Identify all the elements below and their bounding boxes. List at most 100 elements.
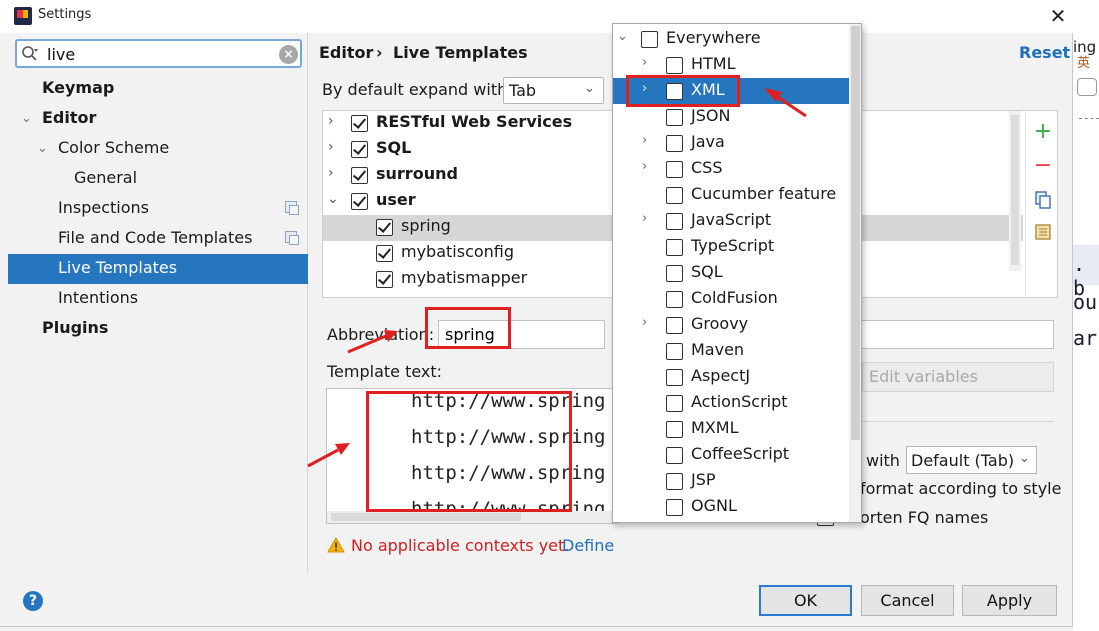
cancel-button[interactable]: Cancel bbox=[861, 585, 954, 616]
context-item-sql[interactable]: SQL bbox=[613, 260, 849, 286]
tree-scrollbar[interactable] bbox=[1009, 111, 1021, 271]
chevron-down-icon[interactable]: ⌄ bbox=[37, 141, 48, 156]
clear-search-icon[interactable]: × bbox=[279, 45, 298, 64]
template-group-checkbox[interactable] bbox=[351, 167, 368, 184]
context-item-java[interactable]: › Java bbox=[613, 130, 849, 156]
context-checkbox[interactable] bbox=[666, 369, 683, 386]
context-checkbox[interactable] bbox=[666, 109, 683, 126]
context-item-coldfusion[interactable]: ColdFusion bbox=[613, 286, 849, 312]
template-text-label: Template text: bbox=[327, 362, 443, 381]
tree-toolbar: + − bbox=[1025, 112, 1057, 296]
settings-search-box[interactable]: × bbox=[15, 39, 302, 68]
template-scrollbar-thumb[interactable] bbox=[331, 513, 521, 521]
context-item-groovy[interactable]: › Groovy bbox=[613, 312, 849, 338]
chevron-right-icon[interactable]: › bbox=[328, 113, 334, 129]
template-horizontal-scrollbar[interactable] bbox=[327, 511, 617, 523]
expand-key-select[interactable]: Tab ⌄ bbox=[503, 77, 604, 104]
settings-search-input[interactable] bbox=[47, 42, 267, 66]
chevron-right-icon[interactable]: › bbox=[642, 211, 647, 226]
context-checkbox[interactable] bbox=[666, 473, 683, 490]
context-item-cucumber[interactable]: Cucumber feature bbox=[613, 182, 849, 208]
context-checkbox[interactable] bbox=[666, 291, 683, 308]
chevron-right-icon[interactable]: › bbox=[642, 315, 647, 330]
context-label: SQL bbox=[691, 262, 723, 281]
context-item-coffeescript[interactable]: CoffeeScript bbox=[613, 442, 849, 468]
context-checkbox[interactable] bbox=[666, 239, 683, 256]
context-label: CoffeeScript bbox=[691, 444, 790, 463]
apply-button[interactable]: Apply bbox=[962, 585, 1057, 616]
sidebar-item-editor[interactable]: Editor bbox=[42, 103, 96, 133]
template-expand-with-select[interactable]: Default (Tab) ⌄ bbox=[906, 446, 1037, 474]
sidebar-item-color-scheme[interactable]: Color Scheme bbox=[58, 133, 169, 163]
sidebar-item-inspections[interactable]: Inspections bbox=[58, 193, 149, 223]
context-checkbox[interactable] bbox=[666, 343, 683, 360]
chevron-right-icon[interactable]: › bbox=[642, 55, 647, 70]
chevron-right-icon[interactable]: › bbox=[328, 139, 334, 155]
close-window-button[interactable]: ✕ bbox=[1046, 3, 1070, 29]
context-item-mxml[interactable]: MXML bbox=[613, 416, 849, 442]
template-checkbox[interactable] bbox=[376, 245, 393, 262]
context-item-json[interactable]: JSON bbox=[613, 104, 849, 130]
no-contexts-warning: No applicable contexts yet. bbox=[351, 536, 570, 555]
template-group-icon[interactable] bbox=[1033, 222, 1053, 242]
reset-link[interactable]: Reset bbox=[1019, 43, 1070, 62]
context-checkbox[interactable] bbox=[666, 317, 683, 334]
context-checkbox[interactable] bbox=[666, 499, 683, 516]
template-checkbox[interactable] bbox=[376, 219, 393, 236]
background-code-text: ou bbox=[1073, 290, 1098, 314]
sidebar-item-plugins[interactable]: Plugins bbox=[42, 313, 108, 343]
edit-variables-button[interactable]: Edit variables bbox=[862, 362, 1054, 392]
context-item-css[interactable]: › CSS bbox=[613, 156, 849, 182]
ok-button[interactable]: OK bbox=[759, 585, 852, 616]
abbreviation-label: Abbreviation: bbox=[327, 325, 435, 344]
popup-scrollbar-thumb[interactable] bbox=[851, 26, 860, 440]
sidebar-item-file-and-code-templates[interactable]: File and Code Templates bbox=[58, 223, 252, 253]
context-checkbox[interactable] bbox=[666, 213, 683, 230]
context-checkbox[interactable] bbox=[666, 265, 683, 282]
reformat-option-label: format according to style bbox=[860, 479, 1062, 498]
context-item-everywhere[interactable]: ⌄ Everywhere bbox=[613, 26, 849, 52]
context-checkbox[interactable] bbox=[641, 31, 658, 48]
add-icon[interactable]: + bbox=[1033, 121, 1053, 143]
chevron-right-icon[interactable]: › bbox=[642, 133, 647, 148]
remove-icon[interactable]: − bbox=[1033, 155, 1053, 177]
copy-icon[interactable] bbox=[1033, 190, 1053, 210]
context-checkbox[interactable] bbox=[666, 57, 683, 74]
context-item-javascript[interactable]: › JavaScript bbox=[613, 208, 849, 234]
sidebar-item-intentions[interactable]: Intentions bbox=[58, 283, 138, 313]
context-item-actionscript[interactable]: ActionScript bbox=[613, 390, 849, 416]
context-label: CSS bbox=[691, 158, 723, 177]
sidebar-item-general[interactable]: General bbox=[74, 163, 137, 193]
context-checkbox[interactable] bbox=[666, 421, 683, 438]
context-checkbox[interactable] bbox=[666, 161, 683, 178]
template-group-checkbox[interactable] bbox=[351, 193, 368, 210]
define-context-link[interactable]: Define bbox=[562, 536, 614, 555]
sidebar-item-live-templates[interactable]: Live Templates bbox=[58, 253, 177, 283]
chevron-down-icon[interactable]: ⌄ bbox=[617, 29, 628, 44]
template-group-checkbox[interactable] bbox=[351, 141, 368, 158]
context-checkbox[interactable] bbox=[666, 135, 683, 152]
context-checkbox[interactable] bbox=[666, 395, 683, 412]
chevron-down-icon[interactable]: ⌄ bbox=[21, 111, 32, 126]
context-checkbox[interactable] bbox=[666, 447, 683, 464]
context-label: TypeScript bbox=[691, 236, 775, 255]
context-checkbox[interactable] bbox=[666, 187, 683, 204]
sidebar-item-keymap[interactable]: Keymap bbox=[42, 73, 114, 103]
context-item-maven[interactable]: Maven bbox=[613, 338, 849, 364]
context-label: Maven bbox=[691, 340, 745, 359]
breadcrumb-editor[interactable]: Editor bbox=[319, 43, 373, 62]
context-label: ColdFusion bbox=[691, 288, 778, 307]
template-checkbox[interactable] bbox=[376, 271, 393, 288]
chevron-down-icon[interactable]: ⌄ bbox=[327, 191, 339, 207]
template-expand-with-label: with bbox=[866, 451, 900, 470]
context-item-ognl[interactable]: OGNL bbox=[613, 494, 849, 520]
template-group-checkbox[interactable] bbox=[351, 115, 368, 132]
chevron-right-icon[interactable]: › bbox=[642, 159, 647, 174]
tree-scrollbar-thumb[interactable] bbox=[1011, 115, 1019, 265]
help-button[interactable]: ? bbox=[23, 591, 43, 611]
context-item-jsp[interactable]: JSP bbox=[613, 468, 849, 494]
context-item-aspectj[interactable]: AspectJ bbox=[613, 364, 849, 390]
chevron-right-icon[interactable]: › bbox=[328, 165, 334, 181]
context-item-typescript[interactable]: TypeScript bbox=[613, 234, 849, 260]
popup-scrollbar[interactable] bbox=[849, 24, 861, 522]
